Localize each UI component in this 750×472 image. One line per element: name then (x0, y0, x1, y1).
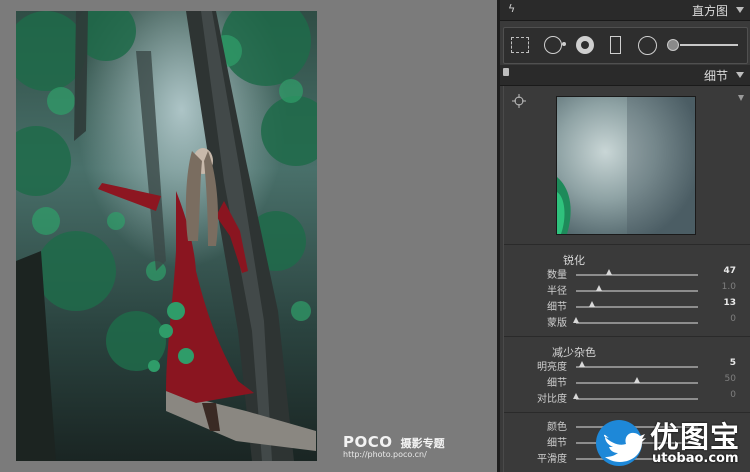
slider-value[interactable]: 0 (730, 314, 736, 324)
slider-value[interactable]: 47 (723, 266, 736, 276)
spot-removal-icon[interactable] (544, 36, 562, 54)
brand-url: utobao.com (652, 451, 739, 466)
image-preview-area: POCO 摄影专题 http://photo.poco.cn/ (0, 0, 497, 472)
adjustment-brush-icon[interactable] (667, 39, 679, 51)
slider-track[interactable] (576, 366, 698, 368)
brush-size-line (680, 44, 738, 46)
slider-thumb[interactable] (573, 393, 579, 399)
red-eye-icon[interactable] (576, 36, 594, 54)
histogram-title: 直方图 (691, 4, 728, 18)
slider-value[interactable]: 1.0 (722, 282, 736, 292)
slider-thumb[interactable] (573, 317, 579, 323)
poco-watermark: POCO 摄影专题 http://photo.poco.cn/ (343, 432, 453, 459)
separator (504, 412, 750, 413)
tool-strip (503, 27, 748, 64)
detail-title: 细节 (703, 69, 728, 83)
slider-label: 细节 (547, 378, 567, 389)
slider-label: 对比度 (537, 394, 567, 405)
slider-label: 明亮度 (537, 362, 567, 373)
slider-row: 蒙版 0 (504, 314, 750, 330)
slider-track[interactable] (576, 322, 698, 324)
slider-label: 数量 (547, 270, 567, 281)
detail-zoom-preview[interactable] (556, 96, 696, 235)
slider-value[interactable]: 50 (725, 374, 736, 384)
slider-thumb[interactable] (588, 301, 595, 307)
radial-filter-icon[interactable] (638, 36, 657, 55)
separator (504, 244, 750, 245)
slider-value[interactable]: 5 (730, 358, 736, 368)
lightning-icon: ϟ (508, 2, 516, 15)
forest-photo[interactable] (16, 11, 317, 461)
brand-name: 优图宝 (650, 420, 741, 454)
slider-label: 蒙版 (547, 318, 567, 329)
poco-watermark-url: http://photo.poco.cn/ (343, 450, 427, 459)
target-adjust-icon[interactable] (512, 94, 526, 108)
slider-value[interactable]: 0 (730, 390, 736, 400)
slider-thumb[interactable] (579, 361, 586, 367)
slider-row: 细节 13 (504, 298, 750, 314)
slider-track[interactable] (576, 398, 698, 400)
detail-panel-header[interactable]: 细节 (500, 65, 750, 86)
slider-row: 细节 50 (504, 374, 750, 390)
utobao-brand-logo: 优图宝 utobao.com (594, 414, 750, 472)
slider-label: 细节 (547, 302, 567, 313)
histogram-panel-header[interactable]: ϟ 直方图 (500, 0, 750, 21)
slider-row: 明亮度 5 (504, 358, 750, 374)
slider-row: 半径 1.0 (504, 282, 750, 298)
slider-row: 数量 47 (504, 266, 750, 282)
panel-toggle-icon[interactable] (503, 68, 509, 76)
slider-thumb[interactable] (596, 285, 603, 291)
separator (504, 336, 750, 337)
twitter-bird-icon (596, 420, 646, 466)
slider-label: 细节 (547, 438, 567, 449)
slider-track[interactable] (576, 290, 698, 292)
collapse-triangle-icon[interactable] (736, 7, 744, 13)
crop-overlay-icon[interactable] (511, 37, 529, 53)
slider-value[interactable]: 13 (723, 298, 736, 308)
slider-track[interactable] (576, 274, 698, 276)
graduated-filter-icon[interactable] (610, 36, 621, 54)
develop-right-panel: ϟ 直方图 细节 锐化 数量 47 半径 1.0 细节 13 蒙版 0 减少杂色… (500, 0, 750, 472)
poco-logo: POCO (343, 433, 393, 451)
collapse-triangle-icon[interactable] (736, 72, 744, 78)
slider-thumb[interactable] (605, 269, 612, 275)
slider-thumb[interactable] (634, 377, 640, 383)
slider-label: 半径 (547, 286, 567, 297)
poco-watermark-title: 摄影专题 (400, 437, 445, 450)
slider-label: 颜色 (547, 422, 567, 433)
spot-removal-arrow-icon (562, 42, 566, 46)
slider-label: 平滑度 (537, 454, 567, 465)
slider-row: 对比度 0 (504, 390, 750, 406)
preview-toggle-icon[interactable] (738, 95, 744, 101)
